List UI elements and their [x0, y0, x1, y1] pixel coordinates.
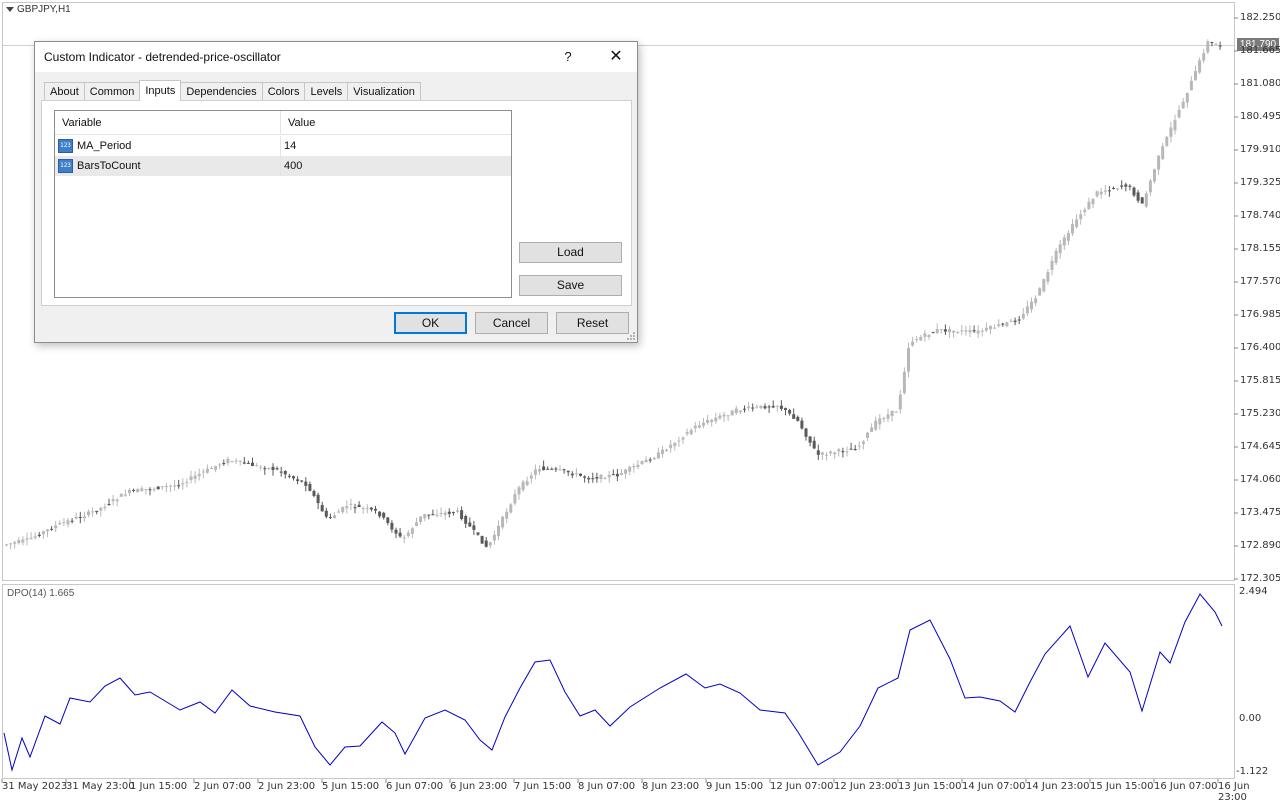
price-axis-label: 181.665	[1240, 45, 1280, 56]
candle	[480, 535, 484, 544]
candle	[1140, 197, 1144, 204]
candle	[730, 409, 734, 416]
indicator-label: DPO(14) 1.665	[7, 588, 75, 599]
save-button[interactable]: Save	[519, 275, 622, 296]
candle	[119, 493, 123, 497]
tab-common[interactable]: Common	[83, 82, 141, 101]
indicator-axis-label: 0.00	[1239, 713, 1262, 724]
table-header: Variable Value	[55, 111, 511, 135]
time-axis-label: 31 May 2023	[2, 781, 68, 792]
indicator-axis-label: 2.494	[1239, 586, 1268, 597]
price-axis-label: 179.325	[1240, 177, 1280, 188]
time-axis-label: 6 Jun 07:00	[386, 781, 444, 792]
inputs-panel: Variable Value 123 MA_Period 14 123 Bars…	[41, 100, 632, 306]
table-row[interactable]: 123 MA_Period 14	[55, 136, 511, 156]
indicator-axis-label: -1.122	[1236, 766, 1269, 777]
value-cell[interactable]: 14	[281, 136, 511, 156]
time-axis-label: 8 Jun 07:00	[578, 781, 636, 792]
time-axis-label: 5 Jun 15:00	[322, 781, 380, 792]
variable-name: BarsToCount	[77, 160, 141, 172]
candle	[1165, 135, 1169, 147]
candle	[1038, 287, 1042, 296]
help-button[interactable]: ?	[558, 46, 578, 68]
price-axis-label: 176.985	[1240, 309, 1280, 320]
price-axis-label: 179.910	[1240, 144, 1280, 155]
header-value[interactable]: Value	[281, 111, 511, 135]
time-axis-label: 9 Jun 15:00	[706, 781, 764, 792]
time-axis-label: 31 May 23:00	[66, 781, 135, 792]
indicator-pane-frame	[2, 584, 1235, 779]
header-variable[interactable]: Variable	[55, 111, 281, 135]
cancel-button[interactable]: Cancel	[475, 312, 548, 334]
time-axis-label: 2 Jun 07:00	[194, 781, 252, 792]
candle	[1153, 168, 1156, 184]
numeric-type-icon: 123	[58, 139, 73, 153]
symbol-label[interactable]: GBPJPY,H1	[6, 4, 71, 15]
price-axis-label: 181.080	[1240, 78, 1280, 89]
time-axis-label: 16 Jun 23:00	[1218, 781, 1250, 800]
time-axis-label: 7 Jun 15:00	[514, 781, 572, 792]
custom-indicator-dialog[interactable]: Custom Indicator - detrended-price-oscil…	[34, 41, 638, 343]
price-axis-label: 174.645	[1240, 441, 1280, 452]
candle	[509, 502, 513, 514]
tab-inputs[interactable]: Inputs	[139, 80, 182, 101]
candle	[1042, 278, 1046, 293]
variable-cell: 123 BarsToCount	[55, 156, 281, 176]
numeric-type-icon: 123	[58, 159, 73, 173]
close-button[interactable]: ✕	[603, 46, 629, 68]
tab-colors[interactable]: Colors	[261, 82, 306, 101]
resize-grip-icon[interactable]	[627, 332, 635, 340]
candle	[1144, 191, 1148, 208]
candle	[1206, 39, 1210, 55]
value-cell[interactable]: 400	[281, 156, 511, 176]
price-axis-label: 182.250	[1240, 12, 1280, 23]
price-axis-label: 174.060	[1240, 474, 1280, 485]
time-axis-label: 8 Jun 23:00	[642, 781, 700, 792]
time-axis-label: 13 Jun 15:00	[898, 781, 962, 792]
variable-cell: 123 MA_Period	[55, 136, 281, 156]
time-axis-label: 15 Jun 15:00	[1090, 781, 1154, 792]
time-axis-label: 6 Jun 23:00	[450, 781, 508, 792]
price-axis-label: 172.890	[1240, 540, 1280, 551]
price-axis-label: 172.305	[1240, 573, 1280, 584]
variable-name: MA_Period	[77, 140, 132, 152]
candle	[501, 515, 505, 530]
time-axis-label: 16 Jun 07:00	[1154, 781, 1218, 792]
tab-visualization[interactable]: Visualization	[347, 82, 421, 101]
tab-bar: About Common Inputs Dependencies Colors …	[44, 80, 421, 101]
tab-about[interactable]: About	[44, 82, 85, 101]
reset-button[interactable]: Reset	[556, 312, 629, 334]
candle	[156, 486, 160, 490]
time-axis-label: 12 Jun 23:00	[834, 781, 898, 792]
dialog-titlebar[interactable]: Custom Indicator - detrended-price-oscil…	[35, 42, 637, 72]
time-axis-label: 14 Jun 07:00	[962, 781, 1026, 792]
price-axis-label: 173.475	[1240, 507, 1280, 518]
inputs-table[interactable]: Variable Value 123 MA_Period 14 123 Bars…	[54, 110, 512, 298]
price-axis-label: 178.155	[1240, 243, 1280, 254]
ok-button[interactable]: OK	[394, 312, 467, 334]
time-axis-label: 1 Jun 15:00	[130, 781, 188, 792]
dropdown-icon[interactable]	[6, 7, 14, 12]
tab-dependencies[interactable]: Dependencies	[180, 82, 263, 101]
time-axis-label: 2 Jun 23:00	[258, 781, 316, 792]
time-axis-label: 12 Jun 07:00	[770, 781, 834, 792]
price-axis-label: 177.570	[1240, 276, 1280, 287]
price-axis-label: 175.230	[1240, 408, 1280, 419]
symbol-text: GBPJPY,H1	[17, 4, 71, 15]
price-axis-label: 180.495	[1240, 111, 1280, 122]
load-button[interactable]: Load	[519, 242, 622, 263]
price-axis-label: 176.400	[1240, 342, 1280, 353]
time-axis-label: 14 Jun 23:00	[1026, 781, 1090, 792]
dialog-title: Custom Indicator - detrended-price-oscil…	[44, 50, 281, 64]
table-row[interactable]: 123 BarsToCount 400	[55, 156, 511, 176]
price-axis-label: 175.815	[1240, 375, 1280, 386]
tab-levels[interactable]: Levels	[304, 82, 349, 101]
price-axis-label: 178.740	[1240, 210, 1280, 221]
